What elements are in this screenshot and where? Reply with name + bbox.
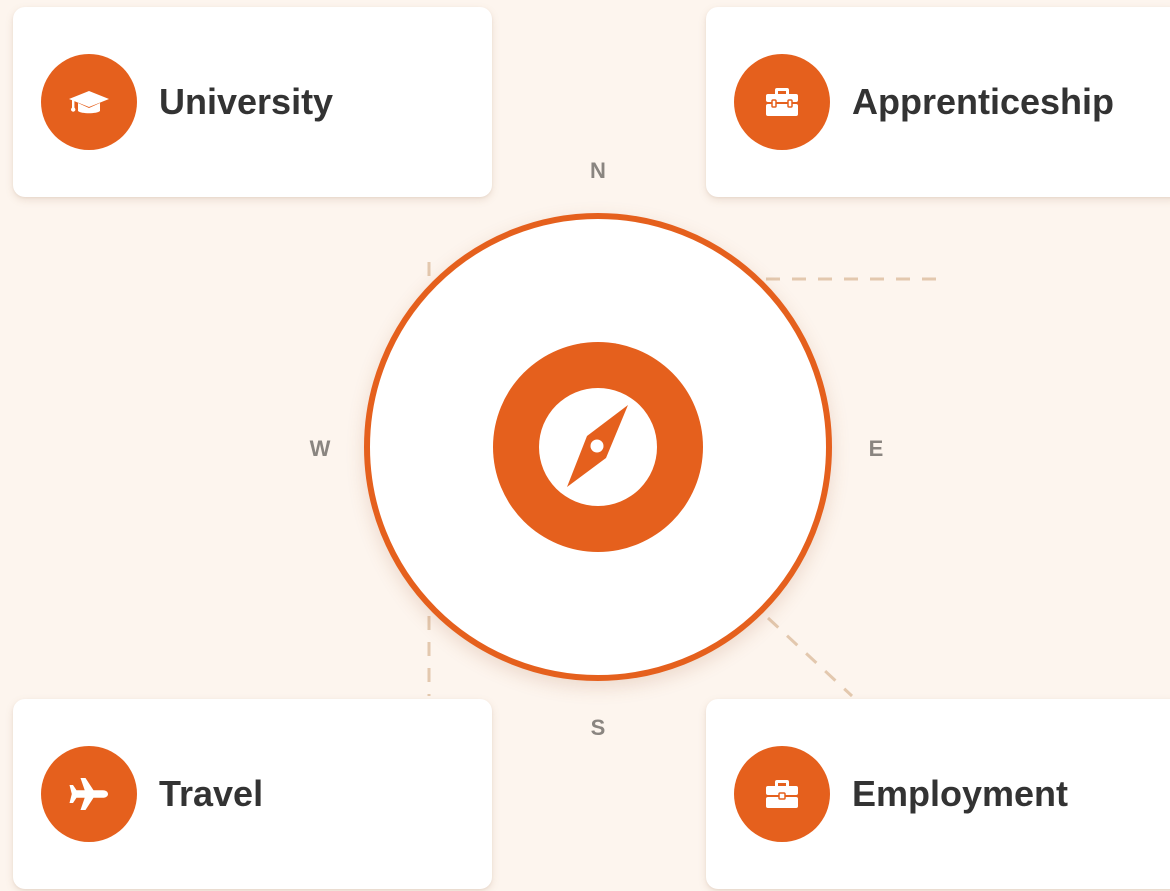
cardinal-east: E (868, 436, 884, 461)
airplane-icon (69, 778, 108, 810)
destination-card-university[interactable]: University (13, 7, 492, 197)
travel-icon-badge (41, 746, 137, 842)
connector-employment (766, 616, 854, 698)
destination-card-apprenticeship[interactable]: Apprenticeship (706, 7, 1170, 197)
toolbox-icon (766, 88, 798, 116)
graduation-cap-icon (69, 91, 109, 114)
compass-icon (539, 388, 657, 506)
compass-hub (493, 342, 703, 552)
destination-card-travel[interactable]: Travel (13, 699, 492, 889)
cardinal-north: N (590, 158, 606, 183)
employment-icon-badge (734, 746, 830, 842)
cardinal-west: W (309, 436, 331, 461)
apprenticeship-icon-badge (734, 54, 830, 150)
cardinal-south: S (590, 715, 606, 740)
travel-label: Travel (159, 773, 264, 814)
employment-label: Employment (852, 773, 1069, 814)
university-label: University (159, 81, 334, 122)
apprenticeship-label: Apprenticeship (852, 81, 1115, 122)
university-icon-badge (41, 54, 137, 150)
destination-card-employment[interactable]: Employment (706, 699, 1170, 889)
briefcase-icon (766, 780, 798, 808)
